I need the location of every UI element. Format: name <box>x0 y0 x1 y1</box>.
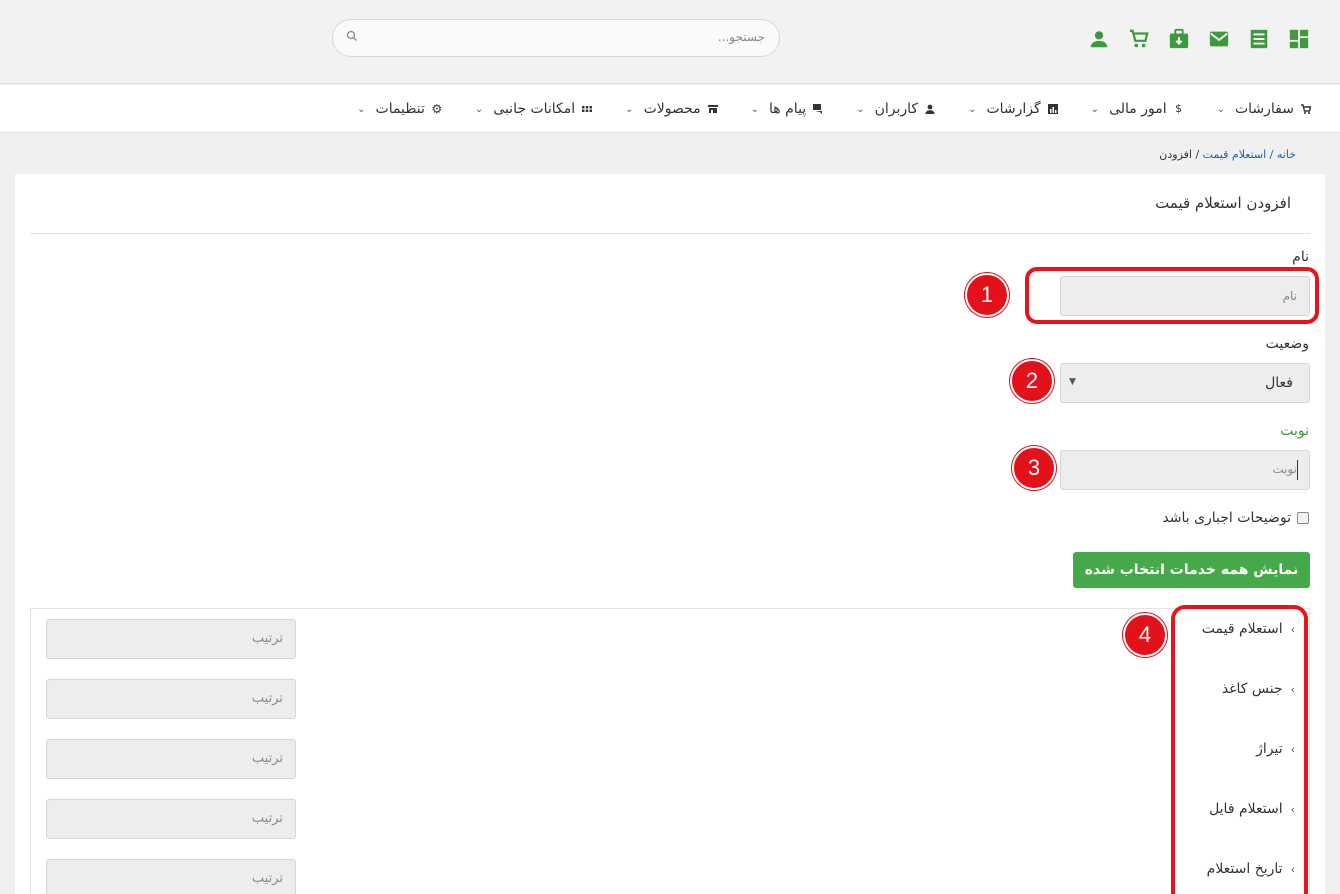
order-placeholder: ترتیب <box>251 631 283 646</box>
annotation-badge: 2 <box>1010 359 1054 403</box>
chart-icon <box>1047 104 1058 114</box>
nav-item-reports[interactable]: گزارشات ⌄ <box>968 101 1059 117</box>
order-input[interactable]: ترتیب <box>46 739 296 779</box>
receipt-icon[interactable] <box>1248 28 1270 50</box>
required-description-checkbox[interactable]: توضیحات اجباری باشد <box>1162 510 1309 526</box>
annotation-highlight <box>1025 267 1319 324</box>
turn-placeholder: نوبت <box>1272 462 1297 476</box>
turn-label: نوبت <box>1280 423 1309 439</box>
order-input[interactable]: ترتیب <box>46 859 296 894</box>
annotation-badge: 1 <box>965 273 1009 317</box>
text-cursor <box>1297 460 1298 480</box>
cart-icon <box>1301 104 1312 114</box>
breadcrumb-section[interactable]: استعلام قیمت <box>1203 148 1267 161</box>
nav-label: محصولات <box>643 101 701 117</box>
user-icon[interactable] <box>1088 28 1110 50</box>
order-placeholder: ترتیب <box>251 871 283 886</box>
nav-label: سفارشات <box>1234 101 1294 117</box>
chevron-down-icon: ⌄ <box>750 103 760 115</box>
package-icon[interactable] <box>1168 28 1190 50</box>
user-icon <box>925 104 935 114</box>
chevron-down-icon: ⌄ <box>1090 103 1100 115</box>
chevron-down-icon: ⌄ <box>474 103 484 115</box>
nav-item-messages[interactable]: پیام ها ⌄ <box>751 101 825 117</box>
nav-item-finance[interactable]: $ امور مالی ⌄ <box>1091 101 1185 117</box>
nav-label: کاربران <box>874 101 919 117</box>
checkbox-label: توضیحات اجباری باشد <box>1162 510 1291 526</box>
turn-input[interactable]: نوبت <box>1060 450 1310 490</box>
grid-icon <box>582 106 593 112</box>
nav-label: گزارشات <box>986 101 1041 117</box>
breadcrumb-current: / افزودن <box>1159 148 1200 161</box>
chevron-down-icon: ⌄ <box>968 103 977 115</box>
main-nav: سفارشات ⌄ $ امور مالی ⌄ گزارشات ⌄ کاربرا… <box>0 85 1340 133</box>
dashboard-icon[interactable] <box>1288 28 1310 50</box>
annotation-badge: 4 <box>1123 613 1167 657</box>
breadcrumb: خانه / استعلام قیمت / افزودن <box>1159 148 1296 161</box>
nav-item-orders[interactable]: سفارشات ⌄ <box>1217 101 1312 117</box>
store-icon <box>707 105 718 113</box>
nav-item-settings[interactable]: ⚙ تنظیمات ⌄ <box>357 101 443 117</box>
chevron-down-icon: ⌄ <box>625 103 634 115</box>
breadcrumb-home[interactable]: خانه / <box>1270 148 1296 161</box>
page-title: افزودن استعلام قیمت <box>1155 194 1291 212</box>
header-icon-bar <box>1088 28 1310 50</box>
show-all-services-button[interactable]: نمایش همه خدمات انتخاب شده <box>1073 552 1310 588</box>
search-input[interactable]: جستجو... <box>332 19 780 57</box>
nav-label: تنظیمات <box>375 101 425 117</box>
chevron-down-icon: ⌄ <box>1216 103 1225 115</box>
dollar-icon: $ <box>1175 102 1183 115</box>
order-input[interactable]: ترتیب <box>46 679 296 719</box>
search-icon <box>346 30 357 41</box>
checkbox-box[interactable] <box>1297 512 1309 524</box>
chat-icon <box>813 104 823 114</box>
cart-icon[interactable] <box>1128 28 1150 50</box>
nav-label: امکانات جانبی <box>493 101 576 117</box>
order-placeholder: ترتیب <box>251 751 283 766</box>
divider <box>30 233 1310 234</box>
services-panel: › استعلام قیمت ترتیب › جنس کاغذ ترتیب › … <box>30 608 1310 894</box>
annotation-highlight <box>1171 605 1308 894</box>
nav-label: امور مالی <box>1109 101 1167 117</box>
chevron-down-icon: ⌄ <box>357 103 366 115</box>
status-select[interactable]: فعال ▼ <box>1060 363 1310 403</box>
order-placeholder: ترتیب <box>251 811 283 826</box>
top-header: جستجو... <box>0 0 1340 84</box>
nav-item-users[interactable]: کاربران ⌄ <box>856 101 936 117</box>
status-value: فعال <box>1265 375 1293 391</box>
order-input[interactable]: ترتیب <box>46 799 296 839</box>
nav-item-addons[interactable]: امکانات جانبی ⌄ <box>475 101 593 117</box>
chevron-down-icon: ⌄ <box>856 103 865 115</box>
name-label: نام <box>1292 249 1309 265</box>
search-placeholder: جستجو... <box>717 30 765 44</box>
dropdown-arrow-icon: ▼ <box>1069 377 1076 387</box>
order-input[interactable]: ترتیب <box>46 619 296 659</box>
annotation-badge: 3 <box>1012 446 1056 490</box>
status-label: وضعیت <box>1265 336 1309 352</box>
gear-icon: ⚙ <box>431 102 443 116</box>
nav-label: پیام ها <box>769 101 807 117</box>
nav-item-products[interactable]: محصولات ⌄ <box>625 101 718 117</box>
order-placeholder: ترتیب <box>251 691 283 706</box>
mail-icon[interactable] <box>1208 28 1230 50</box>
